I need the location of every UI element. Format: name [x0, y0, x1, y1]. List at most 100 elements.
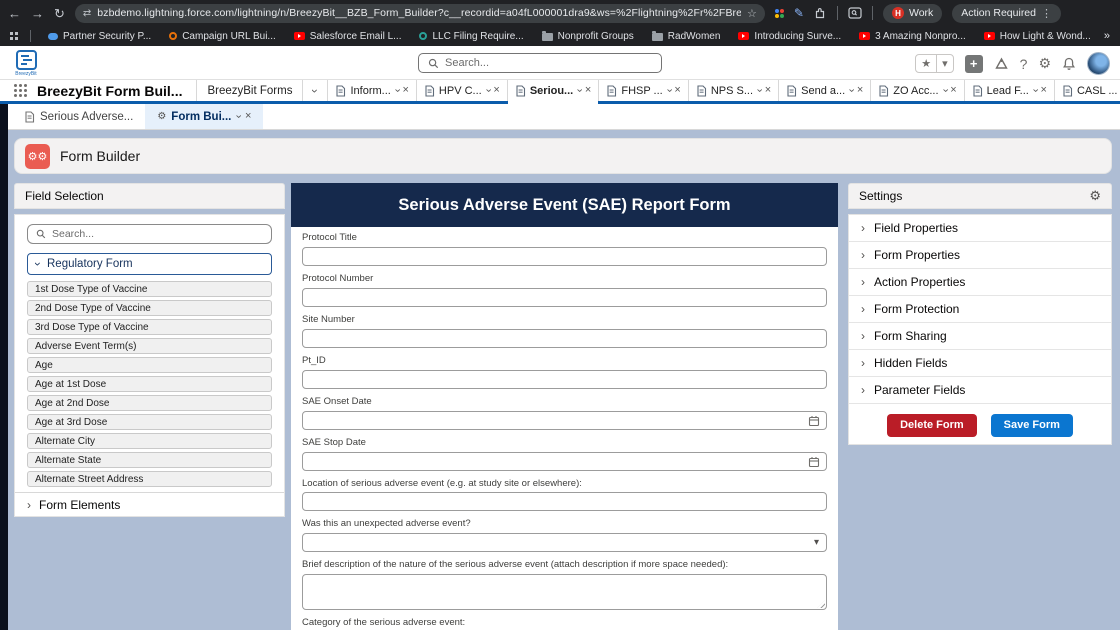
favorites-dropdown-icon[interactable]: ▾ [937, 57, 953, 70]
bookmark-item[interactable]: Campaign URL Bui... [162, 31, 283, 42]
field-input[interactable]: ▾ [302, 247, 827, 266]
nav-tab[interactable]: FHSP ... › × [599, 80, 688, 101]
tab-dropdown-icon[interactable]: › [753, 89, 764, 93]
side-panel-icon[interactable] [848, 7, 862, 19]
tab-dropdown-icon[interactable]: › [846, 89, 857, 93]
subtab-close-icon[interactable]: × [245, 111, 251, 122]
field-search-input[interactable]: Search... [27, 224, 272, 244]
bookmarks-overflow-icon[interactable]: » [1104, 30, 1110, 42]
field-input[interactable]: ▾ [302, 452, 827, 471]
bookmark-item[interactable]: Partner Security P... [41, 31, 158, 42]
field-input[interactable]: ▾ [302, 370, 827, 389]
field-input[interactable]: ▾ [302, 411, 827, 430]
field-chip[interactable]: Alternate Street Address [27, 471, 272, 487]
subtab-form-builder[interactable]: ⚙ Form Bui... › × [145, 104, 263, 129]
subtab-dropdown-icon[interactable]: › [233, 115, 244, 119]
field-input[interactable]: ▾ [302, 329, 827, 348]
field-chip[interactable]: 3rd Dose Type of Vaccine [27, 319, 272, 335]
save-form-button[interactable]: Save Form [991, 414, 1073, 437]
subtab-serious-adverse[interactable]: Serious Adverse... [12, 104, 145, 129]
nav-home-tab-dropdown[interactable]: › [302, 80, 328, 101]
regulatory-form-group[interactable]: › Regulatory Form [27, 253, 272, 275]
tab-close-icon[interactable]: × [857, 85, 863, 96]
app-logo[interactable]: BreezyBit [14, 50, 38, 77]
global-search-input[interactable]: Search... [418, 53, 662, 73]
extensions-icon[interactable] [814, 7, 827, 20]
app-launcher-icon[interactable] [14, 84, 27, 97]
field-chip[interactable]: 2nd Dose Type of Vaccine [27, 300, 272, 316]
bookmark-item[interactable]: LLC Filing Require... [412, 31, 530, 42]
calendar-icon[interactable] [808, 456, 820, 468]
field-input[interactable]: ▾ [302, 574, 827, 610]
nav-tab[interactable]: NPS S... › × [689, 80, 779, 101]
nav-tab[interactable]: CASL ... › × [1055, 80, 1120, 101]
reload-icon[interactable]: ↻ [54, 7, 65, 20]
tab-dropdown-icon[interactable]: › [1029, 89, 1040, 93]
settings-section-row[interactable]: › Form Protection [849, 296, 1111, 323]
bookmark-item[interactable]: How Light & Wond... [977, 31, 1098, 42]
tab-dropdown-icon[interactable]: › [391, 89, 402, 93]
field-input[interactable]: ▾ [302, 533, 827, 552]
settings-gear-icon[interactable]: ⚙ [1089, 189, 1101, 204]
apps-grid-icon[interactable] [10, 32, 18, 40]
favorites-control[interactable]: ★ ▾ [915, 54, 953, 73]
tab-close-icon[interactable]: × [493, 85, 499, 96]
nav-tab[interactable]: Inform... › × [328, 80, 416, 101]
delete-form-button[interactable]: Delete Form [887, 414, 977, 437]
bookmark-item[interactable]: Salesforce Email L... [287, 31, 409, 42]
bookmark-item[interactable]: RadWomen [645, 31, 728, 42]
settings-section-row[interactable]: › Hidden Fields [849, 350, 1111, 377]
url-bar[interactable]: ⇄ bzbdemo.lightning.force.com/lightning/… [75, 4, 765, 23]
settings-section-row[interactable]: › Parameter Fields [849, 377, 1111, 404]
field-input[interactable]: ▾ [302, 492, 827, 511]
tab-dropdown-icon[interactable]: › [663, 89, 674, 93]
guidance-center-icon[interactable] [994, 57, 1009, 71]
forward-icon[interactable]: → [31, 7, 44, 20]
settings-section-row[interactable]: › Field Properties [849, 215, 1111, 242]
profile-chip[interactable]: H Work [883, 4, 942, 23]
field-chip[interactable]: Age at 2nd Dose [27, 395, 272, 411]
field-chip[interactable]: Alternate City [27, 433, 272, 449]
calendar-icon[interactable] [808, 415, 820, 427]
nav-tab[interactable]: ZO Acc... › × [871, 80, 964, 101]
nav-tab[interactable]: Lead F... › × [965, 80, 1055, 101]
colorful-extension-icon[interactable] [775, 9, 784, 18]
resize-grip[interactable] [817, 600, 825, 608]
favorites-star-icon[interactable]: ★ [916, 57, 936, 70]
tab-close-icon[interactable]: × [674, 85, 680, 96]
tab-close-icon[interactable]: × [585, 85, 591, 96]
nav-tab[interactable]: Seriou... › × [508, 80, 600, 101]
field-chip[interactable]: Age [27, 357, 272, 373]
nav-tab[interactable]: Send a... › × [779, 80, 871, 101]
nav-home-tab[interactable]: BreezyBit Forms [196, 80, 302, 101]
field-chip[interactable]: Adverse Event Term(s) [27, 338, 272, 354]
setup-gear-icon[interactable]: ⚙ [1038, 57, 1051, 71]
tab-dropdown-icon[interactable]: › [939, 89, 950, 93]
select-caret-icon[interactable]: ▾ [814, 537, 819, 548]
settings-section-row[interactable]: › Form Sharing [849, 323, 1111, 350]
tab-close-icon[interactable]: × [765, 85, 771, 96]
field-input[interactable]: ▾ [302, 288, 827, 307]
settings-section-row[interactable]: › Action Properties [849, 269, 1111, 296]
status-chip[interactable]: Action Required ⋮ [952, 4, 1061, 23]
form-elements-group[interactable]: › Form Elements [15, 492, 284, 516]
notifications-bell-icon[interactable] [1062, 57, 1076, 71]
tab-close-icon[interactable]: × [1041, 85, 1047, 96]
field-chip[interactable]: Age at 1st Dose [27, 376, 272, 392]
quick-create-icon[interactable]: + [965, 55, 983, 73]
bookmark-star-icon[interactable]: ☆ [747, 7, 757, 20]
field-chip[interactable]: Alternate State [27, 452, 272, 468]
edit-extension-icon[interactable]: ✎ [794, 6, 804, 20]
nav-tab[interactable]: HPV C... › × [417, 80, 508, 101]
tab-dropdown-icon[interactable]: › [482, 89, 493, 93]
user-avatar[interactable] [1087, 52, 1110, 75]
url-text[interactable]: bzbdemo.lightning.force.com/lightning/n/… [97, 7, 741, 19]
bookmark-item[interactable]: Introducing Surve... [731, 31, 848, 42]
settings-section-row[interactable]: › Form Properties [849, 242, 1111, 269]
bookmark-item[interactable]: Nonprofit Groups [535, 31, 641, 42]
tab-dropdown-icon[interactable]: › [574, 89, 585, 93]
field-chip[interactable]: Age at 3rd Dose [27, 414, 272, 430]
field-chip[interactable]: 1st Dose Type of Vaccine [27, 281, 272, 297]
back-icon[interactable]: ← [8, 7, 21, 20]
help-icon[interactable]: ? [1020, 57, 1028, 71]
